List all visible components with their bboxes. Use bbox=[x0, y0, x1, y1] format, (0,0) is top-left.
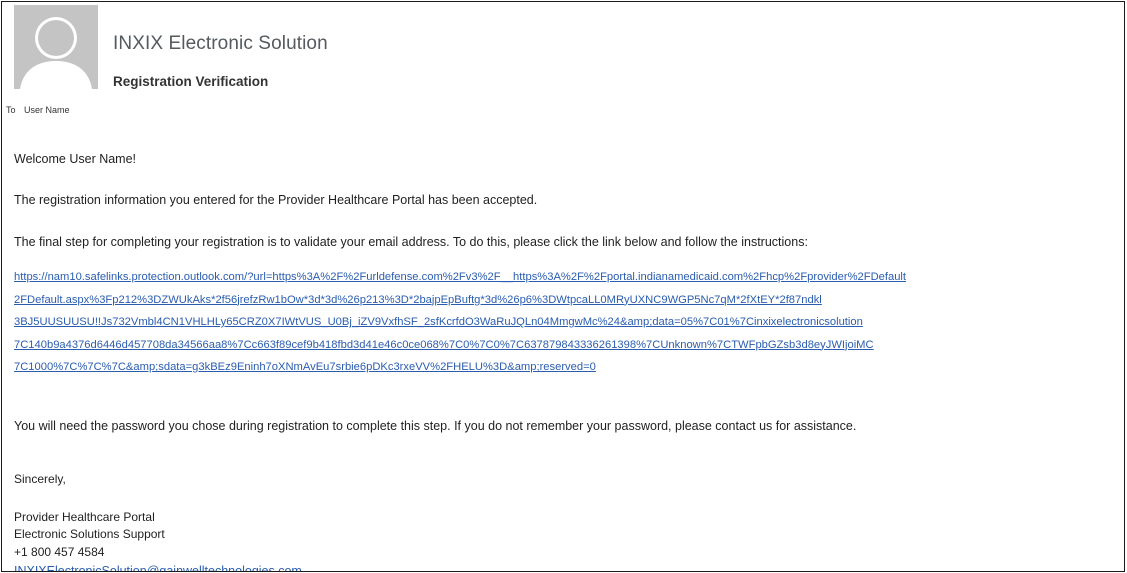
to-label: To bbox=[6, 105, 16, 115]
verification-link-line[interactable]: 2FDefault.aspx%3Fp212%3DZWUkAks*2f56jref… bbox=[14, 289, 1124, 312]
verification-link-line[interactable]: 7C140b9a4376d6446d457708da34566aa8%7Cc66… bbox=[14, 334, 1124, 357]
verification-link-line[interactable]: https://nam10.safelinks.protection.outlo… bbox=[14, 266, 1124, 289]
email-message-frame: INXIX Electronic Solution Registration V… bbox=[1, 1, 1125, 572]
verification-link-line[interactable]: 3BJ5UUSUUSU!!Js732Vmbl4CN1VHLHLy65CRZ0X7… bbox=[14, 311, 1124, 334]
instruction-paragraph: The final step for completing your regis… bbox=[14, 235, 808, 249]
verification-link-line[interactable]: 7C1000%7C%7C%7C&amp;sdata=g3kBEz9Eninh7o… bbox=[14, 356, 1124, 379]
signature-phone: +1 800 457 4584 bbox=[14, 545, 105, 559]
signature-closing: Sincerely, bbox=[14, 472, 66, 486]
sender-name: INXIX Electronic Solution bbox=[113, 33, 328, 54]
to-recipient[interactable]: User Name bbox=[24, 105, 70, 115]
sender-avatar bbox=[14, 5, 98, 89]
signature-portal-name: Provider Healthcare Portal bbox=[14, 510, 155, 524]
password-paragraph: You will need the password you chose dur… bbox=[14, 419, 857, 433]
email-subject: Registration Verification bbox=[113, 74, 269, 89]
person-silhouette-icon bbox=[14, 5, 98, 89]
support-email-link[interactable]: INXIXElectronicSolution@gainwelltechnolo… bbox=[14, 564, 302, 571]
signature-support-team: Electronic Solutions Support bbox=[14, 527, 165, 541]
to-recipient-line: To User Name bbox=[6, 105, 70, 115]
accepted-paragraph: The registration information you entered… bbox=[14, 193, 538, 207]
greeting-text: Welcome User Name! bbox=[14, 152, 137, 166]
verification-link[interactable]: https://nam10.safelinks.protection.outlo… bbox=[14, 266, 1124, 379]
email-header: INXIX Electronic Solution Registration V… bbox=[2, 2, 1124, 92]
